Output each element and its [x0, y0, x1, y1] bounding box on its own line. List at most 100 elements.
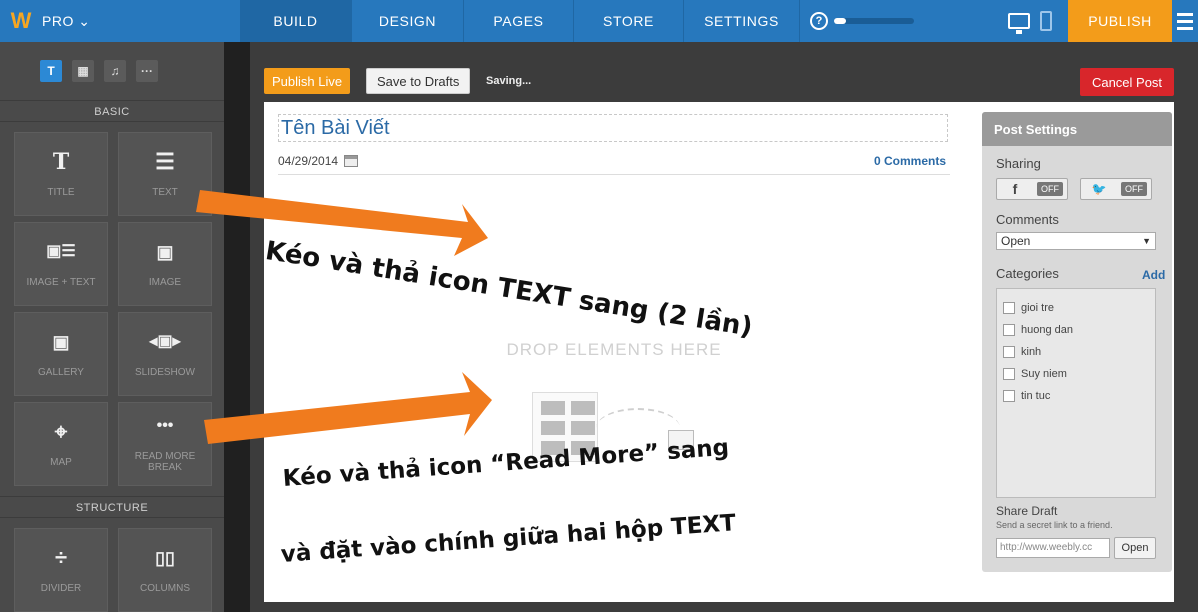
post-title-field[interactable]: Tên Bài Viết [278, 114, 948, 142]
share-draft-label: Share Draft [996, 504, 1058, 518]
tab-build[interactable]: BUILD [240, 0, 352, 42]
drop-zone[interactable]: DROP ELEMENTS HERE [278, 182, 950, 582]
post-page: Tên Bài Viết 04/29/2014 0 Comments DROP … [264, 102, 1174, 602]
read-more-element[interactable]: ••• READ MORE BREAK [118, 402, 212, 486]
tile-label: DIVIDER [40, 582, 82, 594]
checkbox[interactable] [1003, 346, 1015, 358]
publish-live-button[interactable]: Publish Live [264, 68, 351, 94]
tile-label: SLIDESHOW [134, 366, 195, 378]
more-elements-tab[interactable]: ··· [136, 60, 158, 82]
sidebar-divider [224, 42, 250, 612]
tile-label: MAP [50, 456, 72, 468]
category-label: tin tuc [1021, 390, 1051, 402]
image-element[interactable]: ▣ IMAGE [118, 222, 212, 306]
list-item[interactable]: Suy niem [1003, 363, 1149, 385]
image-placeholder-icon [668, 430, 694, 450]
publish-button[interactable]: PUBLISH [1068, 0, 1172, 42]
list-item[interactable]: kinh [1003, 341, 1149, 363]
tile-label: TITLE [47, 186, 75, 198]
twitter-share-toggle[interactable]: 🐦 OFF [1080, 178, 1152, 200]
tab-store[interactable]: STORE [574, 0, 684, 42]
calendar-icon[interactable] [344, 155, 359, 167]
map-pin-icon: ⌖ [54, 418, 68, 444]
layout-elements-tab[interactable]: ▦ [72, 60, 94, 82]
image-text-icon: ▣☰ [46, 242, 76, 260]
map-element[interactable]: ⌖ MAP [14, 402, 108, 486]
draft-link-field[interactable]: http://www.weebly.cc [996, 538, 1110, 558]
text-element[interactable]: ☰ TEXT [118, 132, 212, 216]
desktop-view-icon[interactable] [1008, 13, 1030, 34]
image-icon: ▣ [156, 241, 174, 262]
facebook-off-label: OFF [1037, 182, 1063, 196]
basic-tiles: T TITLE ☰ TEXT ▣☰ IMAGE + TEXT ▣ IMAGE ▣… [0, 132, 224, 486]
checkbox[interactable] [1003, 324, 1015, 336]
chevron-down-icon: ▼ [1142, 236, 1151, 246]
divider-icon: ÷ [54, 544, 68, 570]
divider-element[interactable]: ÷ DIVIDER [14, 528, 108, 612]
category-label: kinh [1021, 346, 1042, 358]
pro-label: PRO ⌄ [42, 12, 91, 29]
cancel-post-button[interactable]: Cancel Post [1080, 68, 1174, 96]
text-icon: ☰ [155, 148, 175, 174]
basic-section-label: BASIC [0, 100, 224, 122]
hamburger-menu-icon[interactable] [1172, 0, 1198, 42]
drop-hint: DROP ELEMENTS HERE [506, 340, 722, 359]
image-text-element[interactable]: ▣☰ IMAGE + TEXT [14, 222, 108, 306]
checkbox[interactable] [1003, 368, 1015, 380]
post-settings-panel: Post Settings Sharing f OFF 🐦 OFF Commen… [982, 112, 1172, 572]
tile-label: COLUMNS [139, 582, 190, 594]
checkbox[interactable] [1003, 390, 1015, 402]
post-date: 04/29/2014 [278, 154, 359, 168]
device-toggle [1000, 0, 1068, 42]
main-nav: BUILD DESIGN PAGES STORE SETTINGS [240, 0, 800, 42]
columns-icon: ▯▯ [155, 547, 175, 568]
comments-select-value: Open [1001, 234, 1031, 248]
text-elements-tab[interactable]: T [40, 60, 62, 82]
save-drafts-button[interactable]: Save to Drafts [366, 68, 471, 94]
post-date-text: 04/29/2014 [278, 154, 339, 168]
list-item[interactable]: tin tuc [1003, 385, 1149, 407]
mobile-view-icon[interactable] [1040, 11, 1052, 31]
tile-label: TEXT [152, 186, 178, 198]
checkbox[interactable] [1003, 302, 1015, 314]
tab-design[interactable]: DESIGN [352, 0, 464, 42]
elements-sidebar: T ▦ ♫ ··· BASIC T TITLE ☰ TEXT ▣☰ IMAGE … [0, 42, 224, 612]
facebook-share-toggle[interactable]: f OFF [996, 178, 1068, 200]
structure-tiles: ÷ DIVIDER ▯▯ COLUMNS [0, 528, 224, 612]
category-label: Suy niem [1021, 368, 1067, 380]
title-element[interactable]: T TITLE [14, 132, 108, 216]
tab-settings[interactable]: SETTINGS [684, 0, 800, 42]
top-bar: W PRO ⌄ BUILD DESIGN PAGES STORE SETTING… [0, 0, 1198, 42]
tab-pages[interactable]: PAGES [464, 0, 574, 42]
gallery-element[interactable]: ▣ GALLERY [14, 312, 108, 396]
category-label: gioi tre [1021, 302, 1055, 314]
twitter-off-label: OFF [1121, 182, 1147, 196]
title-icon: T [52, 148, 70, 175]
columns-element[interactable]: ▯▯ COLUMNS [118, 528, 212, 612]
sharing-label: Sharing [996, 156, 1041, 171]
sidebar-tabs: T ▦ ♫ ··· [0, 42, 224, 100]
progress-fill [834, 18, 846, 24]
date-divider [278, 174, 950, 175]
category-label: huong dan [1021, 324, 1073, 336]
tile-label: READ MORE BREAK [134, 451, 196, 473]
slideshow-element[interactable]: ◂▣▸ SLIDESHOW [118, 312, 212, 396]
editor-area: Publish Live Save to Drafts Saving... Ca… [250, 42, 1198, 612]
help-icon[interactable]: ? [810, 12, 828, 30]
slideshow-icon: ◂▣▸ [149, 332, 181, 350]
comments-link[interactable]: 0 Comments [874, 154, 946, 168]
site-progress-bar [834, 18, 914, 24]
facebook-icon: f [1012, 181, 1018, 197]
add-category-link[interactable]: Add [1142, 268, 1165, 282]
comments-select[interactable]: Open ▼ [996, 232, 1156, 250]
open-draft-button[interactable]: Open [1114, 537, 1156, 559]
brand-menu[interactable]: W PRO ⌄ [0, 0, 240, 42]
elements-grid-icon [532, 392, 598, 462]
categories-label: Categories [996, 266, 1059, 281]
media-elements-tab[interactable]: ♫ [104, 60, 126, 82]
structure-section-label: STRUCTURE [0, 496, 224, 518]
tile-label: GALLERY [38, 366, 84, 378]
list-item[interactable]: gioi tre [1003, 297, 1149, 319]
share-toggles: f OFF 🐦 OFF [996, 178, 1152, 200]
list-item[interactable]: huong dan [1003, 319, 1149, 341]
